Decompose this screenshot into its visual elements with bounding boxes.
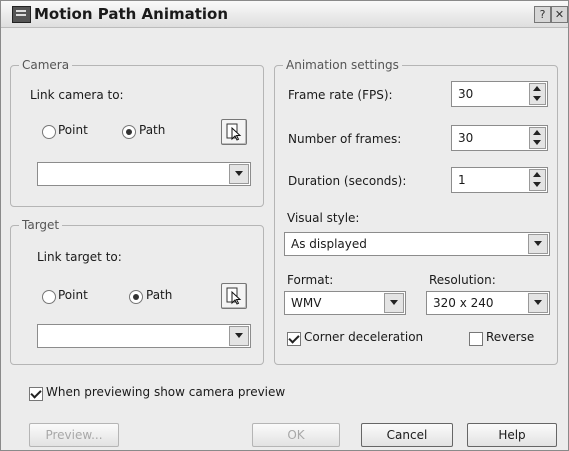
chevron-down-icon[interactable] [528, 234, 548, 254]
visual-style-value: As displayed [291, 237, 367, 251]
chevron-down-icon[interactable] [229, 164, 249, 184]
chevron-down-icon[interactable] [229, 326, 249, 346]
target-point-radio[interactable] [42, 290, 56, 304]
motion-path-animation-dialog: Motion Path Animation ? ✕ Camera Link ca… [0, 0, 569, 451]
pick-point-icon [226, 123, 242, 141]
ok-button[interactable]: OK [252, 423, 340, 447]
duration-spinner[interactable]: 1 [451, 167, 548, 193]
duration-label: Duration (seconds): [288, 174, 407, 188]
camera-path-radio[interactable] [122, 125, 136, 139]
camera-pick-button[interactable] [221, 119, 247, 145]
target-path-radio[interactable] [129, 290, 143, 304]
title-bar[interactable]: Motion Path Animation ? ✕ [1, 1, 568, 28]
resolution-value: 320 x 240 [433, 296, 494, 310]
visual-style-select[interactable]: As displayed [284, 232, 550, 256]
chevron-down-icon[interactable] [528, 293, 548, 313]
camera-preview-label: When previewing show camera preview [46, 385, 286, 399]
resolution-label: Resolution: [429, 273, 496, 287]
target-path-label: Path [146, 288, 173, 302]
number-of-frames-label: Number of frames: [288, 132, 402, 146]
camera-preview-checkbox[interactable] [29, 387, 43, 401]
spinner-icon[interactable] [529, 127, 546, 149]
chevron-down-icon[interactable] [384, 293, 404, 313]
spinner-icon[interactable] [529, 169, 546, 191]
corner-deceleration-label: Corner deceleration [304, 330, 424, 344]
number-of-frames-value: 30 [458, 131, 474, 145]
spinner-icon[interactable] [529, 83, 546, 105]
target-path-select[interactable] [37, 324, 251, 348]
number-of-frames-spinner[interactable]: 30 [451, 125, 548, 151]
help-button[interactable]: Help [467, 423, 557, 447]
target-group-label: Target [19, 218, 63, 232]
format-select[interactable]: WMV [284, 291, 406, 315]
frame-rate-spinner[interactable]: 30 [451, 81, 548, 107]
target-point-label: Point [58, 288, 88, 302]
reverse-checkbox[interactable] [469, 332, 483, 346]
animation-settings-label: Animation settings [283, 58, 402, 72]
format-label: Format: [287, 273, 334, 287]
camera-path-label: Path [139, 123, 166, 137]
app-icon [12, 6, 31, 23]
resolution-select[interactable]: 320 x 240 [426, 291, 550, 315]
camera-path-select[interactable] [37, 162, 251, 186]
duration-value: 1 [458, 173, 466, 187]
cancel-button[interactable]: Cancel [361, 423, 453, 447]
close-title-button[interactable]: ✕ [551, 6, 568, 23]
target-pick-button[interactable] [221, 283, 247, 309]
window-title: Motion Path Animation [34, 5, 229, 23]
camera-group-label: Camera [19, 58, 73, 72]
frame-rate-label: Frame rate (FPS): [288, 88, 393, 102]
preview-button[interactable]: Preview... [29, 423, 119, 447]
link-target-label: Link target to: [37, 250, 122, 264]
format-value: WMV [291, 296, 322, 310]
pick-point-icon [226, 287, 242, 305]
frame-rate-value: 30 [458, 87, 474, 101]
help-title-button[interactable]: ? [534, 6, 551, 23]
camera-point-label: Point [58, 123, 88, 137]
link-camera-label: Link camera to: [30, 88, 124, 102]
corner-deceleration-checkbox[interactable] [287, 332, 301, 346]
reverse-label: Reverse [486, 330, 535, 344]
visual-style-label: Visual style: [287, 211, 360, 225]
camera-point-radio[interactable] [42, 125, 56, 139]
